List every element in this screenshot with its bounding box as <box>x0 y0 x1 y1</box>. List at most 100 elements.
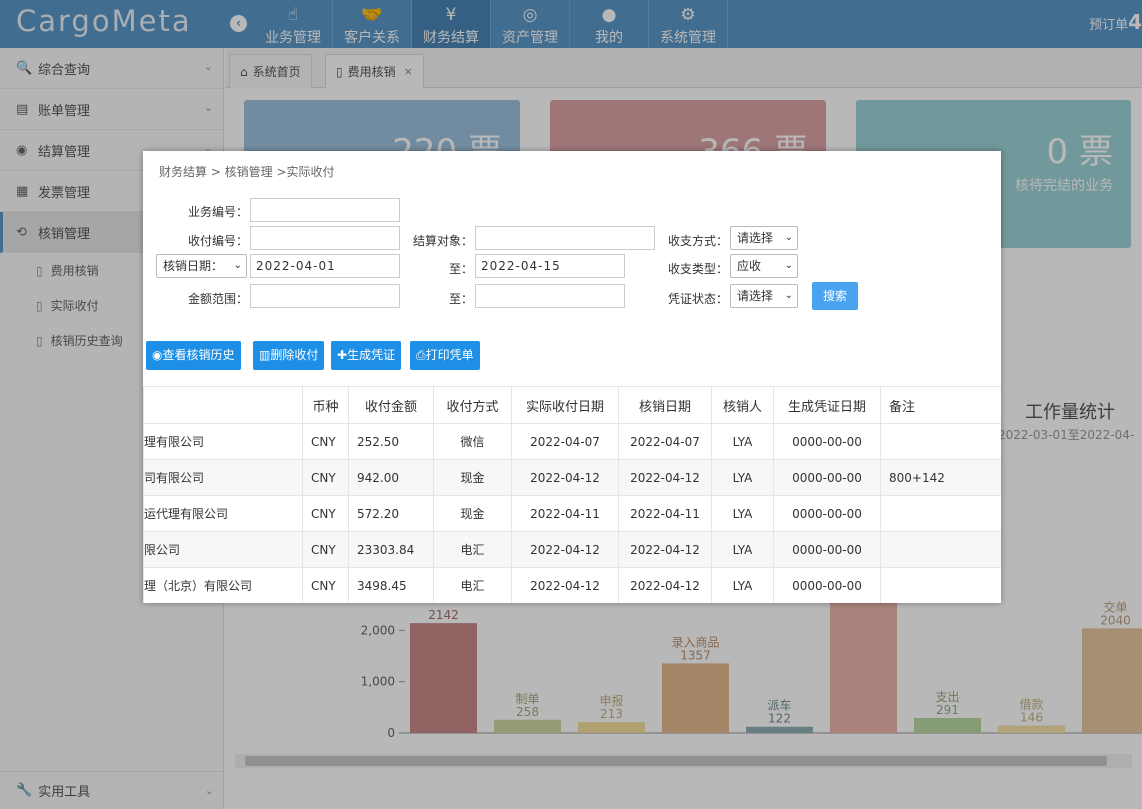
plus-icon: ✚ <box>337 348 348 362</box>
target-input[interactable] <box>475 226 655 250</box>
table-cell: 微信 <box>433 423 512 460</box>
biz-no-label: 业务编号： <box>187 205 248 219</box>
table-cell: 2022-04-12 <box>618 567 712 603</box>
table-row[interactable]: 理（北京）有限公司 CNY 3498.45 电汇 2022-04-12 2022-04-1… <box>143 567 1001 603</box>
eye-icon: ◉ <box>152 348 163 362</box>
table-cell: 800+142 <box>880 459 1001 496</box>
table-cell: 3498.45 <box>348 567 434 603</box>
chevron-down-icon: ⌄ <box>233 260 242 271</box>
table-cell: 现金 <box>433 459 512 496</box>
delete-payment-button[interactable]: ▥删除收付 <box>253 341 325 370</box>
column-header <box>143 386 303 424</box>
table-cell: 0000-00-00 <box>773 531 881 568</box>
table-cell: 理（北京）有限公司 <box>143 567 303 603</box>
table-cell: 理有限公司 <box>143 423 303 460</box>
table-cell: 252.50 <box>348 423 434 460</box>
column-header: 收付方式 <box>433 386 512 424</box>
voucher-select-value: 请选择 <box>737 289 774 303</box>
type-select[interactable]: 应收 ⌄ <box>730 254 798 278</box>
type-select-value: 应收 <box>737 259 762 273</box>
table-cell <box>880 567 1001 603</box>
table-cell: 运代理有限公司 <box>143 495 303 532</box>
table-cell: 572.20 <box>348 495 434 532</box>
payments-table: 币种 收付金额 收付方式 实际收付日期 核销日期 核销人 生成凭证日期 备注 理有限公司 CNY… <box>143 386 1001 603</box>
pay-no-label: 收付编号： <box>187 234 248 248</box>
table-cell: 2022-04-11 <box>511 495 619 532</box>
table-cell: LYA <box>711 531 774 568</box>
table-cell: 0000-00-00 <box>773 495 881 532</box>
amount-to-input[interactable] <box>475 284 625 308</box>
table-header-row: 币种 收付金额 收付方式 实际收付日期 核销日期 核销人 生成凭证日期 备注 <box>143 386 1001 424</box>
table-cell: 现金 <box>433 495 512 532</box>
table-cell: LYA <box>711 423 774 460</box>
table-cell: 2022-04-12 <box>511 459 619 496</box>
table-cell <box>880 495 1001 532</box>
trash-icon: ▥ <box>259 348 271 362</box>
chevron-down-icon: ⌄ <box>784 290 793 301</box>
button-label: 删除收付 <box>270 348 319 362</box>
amount-to-label: 至： <box>448 292 473 306</box>
table-cell: 限公司 <box>143 531 303 568</box>
pay-no-input[interactable] <box>250 226 400 250</box>
table-cell: CNY <box>302 531 349 568</box>
generate-voucher-button[interactable]: ✚生成凭证 <box>331 341 402 370</box>
table-cell: 2022-04-12 <box>618 531 712 568</box>
table-cell: 0000-00-00 <box>773 567 881 603</box>
table-cell: 23303.84 <box>348 531 434 568</box>
target-label: 结算对象： <box>412 234 473 248</box>
column-header: 币种 <box>302 386 349 424</box>
table-cell: 2022-04-07 <box>511 423 619 460</box>
table-cell: 2022-04-12 <box>511 531 619 568</box>
table-cell: 电汇 <box>433 567 512 603</box>
table-cell: 司有限公司 <box>143 459 303 496</box>
table-cell: 2022-04-07 <box>618 423 712 460</box>
table-cell: 2022-04-12 <box>618 459 712 496</box>
date-to-input[interactable]: 2022-04-15 <box>475 254 625 278</box>
button-label: 打印凭单 <box>425 348 474 362</box>
view-history-button[interactable]: ◉查看核销历史 <box>146 341 241 370</box>
date-from-input[interactable]: 2022-04-01 <box>250 254 400 278</box>
chevron-down-icon: ⌄ <box>784 232 793 243</box>
table-cell: CNY <box>302 423 349 460</box>
column-header: 生成凭证日期 <box>773 386 881 424</box>
button-label: 生成凭证 <box>347 348 396 362</box>
column-header: 备注 <box>880 386 1001 424</box>
voucher-label: 凭证状态： <box>667 292 728 306</box>
amount-from-input[interactable] <box>250 284 400 308</box>
table-row[interactable]: 运代理有限公司 CNY 572.20 现金 2022-04-11 2022-04-11 LY… <box>143 495 1001 532</box>
breadcrumb: 财务结算 > 核销管理 >实际收付 <box>159 165 335 179</box>
table-cell: 2022-04-11 <box>618 495 712 532</box>
column-header: 实际收付日期 <box>511 386 619 424</box>
date-type-value: 核销日期： <box>163 259 224 273</box>
method-label: 收支方式： <box>667 234 728 248</box>
table-cell: LYA <box>711 459 774 496</box>
table-cell: 电汇 <box>433 531 512 568</box>
table-row[interactable]: 理有限公司 CNY 252.50 微信 2022-04-07 2022-04-07 LYA 0… <box>143 423 1001 460</box>
biz-no-input[interactable] <box>250 198 400 222</box>
table-row[interactable]: 司有限公司 CNY 942.00 现金 2022-04-12 2022-04-12 LYA 0… <box>143 459 1001 496</box>
table-cell: LYA <box>711 495 774 532</box>
table-cell: CNY <box>302 567 349 603</box>
method-select[interactable]: 请选择 ⌄ <box>730 226 798 250</box>
table-cell: 2022-04-12 <box>511 567 619 603</box>
print-icon: ⎙ <box>416 348 426 362</box>
table-cell: CNY <box>302 495 349 532</box>
date-to-label: 至： <box>448 262 473 276</box>
method-select-value: 请选择 <box>737 231 774 245</box>
table-cell: CNY <box>302 459 349 496</box>
chevron-down-icon: ⌄ <box>784 260 793 271</box>
table-cell: 0000-00-00 <box>773 423 881 460</box>
table-cell <box>880 531 1001 568</box>
column-header: 收付金额 <box>348 386 434 424</box>
table-cell: LYA <box>711 567 774 603</box>
button-label: 查看核销历史 <box>162 348 235 362</box>
date-type-select[interactable]: 核销日期： ⌄ <box>156 254 247 278</box>
table-row[interactable]: 限公司 CNY 23303.84 电汇 2022-04-12 2022-04-12 LYA 0… <box>143 531 1001 568</box>
column-header: 核销人 <box>711 386 774 424</box>
table-cell: 942.00 <box>348 459 434 496</box>
actual-payment-modal: 财务结算 > 核销管理 >实际收付 业务编号： 收付编号： 结算对象： 收支方式… <box>143 151 1001 603</box>
type-label: 收支类型： <box>667 262 728 276</box>
print-voucher-button[interactable]: ⎙打印凭单 <box>410 341 480 370</box>
search-button[interactable]: 搜索 <box>812 282 858 310</box>
voucher-select[interactable]: 请选择 ⌄ <box>730 284 798 308</box>
